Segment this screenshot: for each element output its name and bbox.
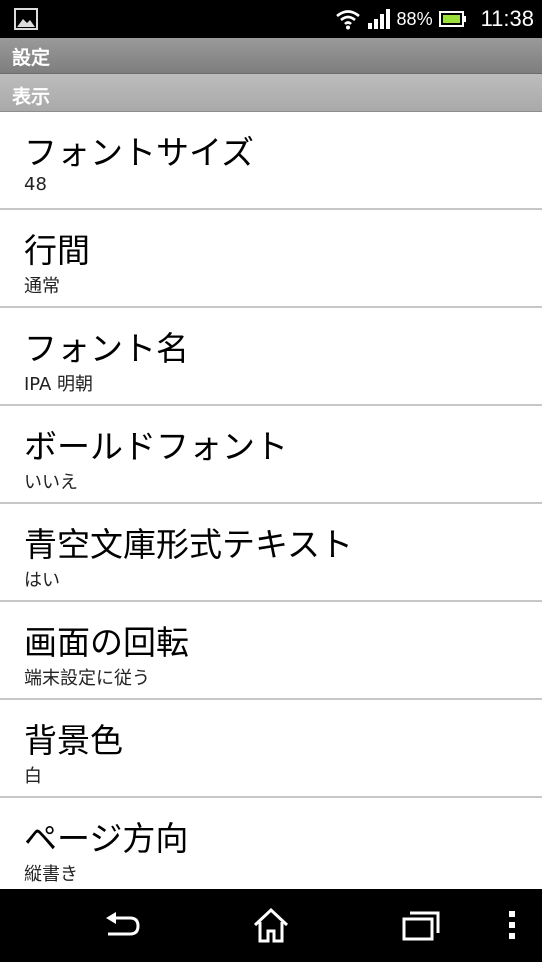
setting-screen-rotation[interactable]: 画面の回転 端末設定に従う (0, 602, 542, 700)
setting-title: 背景色 (24, 721, 123, 760)
section-header-display: 表示 (0, 74, 542, 112)
setting-summary: 白 (24, 766, 42, 787)
navigation-bar (0, 889, 542, 962)
signal-icon (367, 9, 390, 29)
setting-title: フォント名 (24, 329, 189, 368)
menu-icon[interactable] (490, 903, 534, 947)
status-time: 11:38 (480, 6, 534, 31)
battery-percent: 88% (396, 8, 433, 29)
section-header-label: 表示 (12, 86, 51, 108)
setting-background-color[interactable]: 背景色 白 (0, 700, 542, 798)
title-bar: 設定 (0, 38, 542, 74)
setting-page-direction[interactable]: ページ方向 縦書き (0, 798, 542, 889)
setting-title: フォントサイズ (24, 133, 255, 172)
setting-title: 画面の回転 (24, 623, 189, 662)
setting-font-size[interactable]: フォントサイズ 48 (0, 112, 542, 210)
gallery-icon (14, 8, 38, 30)
setting-summary: はい (24, 570, 60, 591)
back-icon[interactable] (100, 903, 144, 947)
setting-summary: 端末設定に従う (24, 668, 150, 689)
setting-title: 青空文庫形式テキスト (24, 525, 354, 564)
status-right: 88% 11:38 (335, 0, 534, 38)
setting-summary: 48 (24, 174, 47, 195)
screen: 88% 11:38 設定 表示 フォントサイズ 48 行間 通常 フォント名 I… (0, 0, 542, 962)
setting-summary: いいえ (24, 472, 78, 493)
setting-bold-font[interactable]: ボールドフォント いいえ (0, 406, 542, 504)
settings-list[interactable]: フォントサイズ 48 行間 通常 フォント名 IPA 明朝 ボールドフォント い… (0, 112, 542, 889)
home-icon[interactable] (249, 903, 293, 947)
setting-font-name[interactable]: フォント名 IPA 明朝 (0, 308, 542, 406)
setting-title: 行間 (24, 231, 90, 270)
setting-aozora-format[interactable]: 青空文庫形式テキスト はい (0, 504, 542, 602)
setting-line-spacing[interactable]: 行間 通常 (0, 210, 542, 308)
recent-apps-icon[interactable] (398, 903, 442, 947)
setting-title: ページ方向 (24, 819, 189, 858)
setting-title: ボールドフォント (24, 427, 288, 466)
setting-summary: IPA 明朝 (24, 374, 94, 395)
battery-icon (438, 11, 466, 27)
wifi-icon (335, 10, 360, 30)
status-bar: 88% 11:38 (0, 0, 542, 38)
setting-summary: 通常 (24, 276, 60, 297)
page-title: 設定 (12, 47, 51, 69)
setting-summary: 縦書き (24, 864, 78, 885)
